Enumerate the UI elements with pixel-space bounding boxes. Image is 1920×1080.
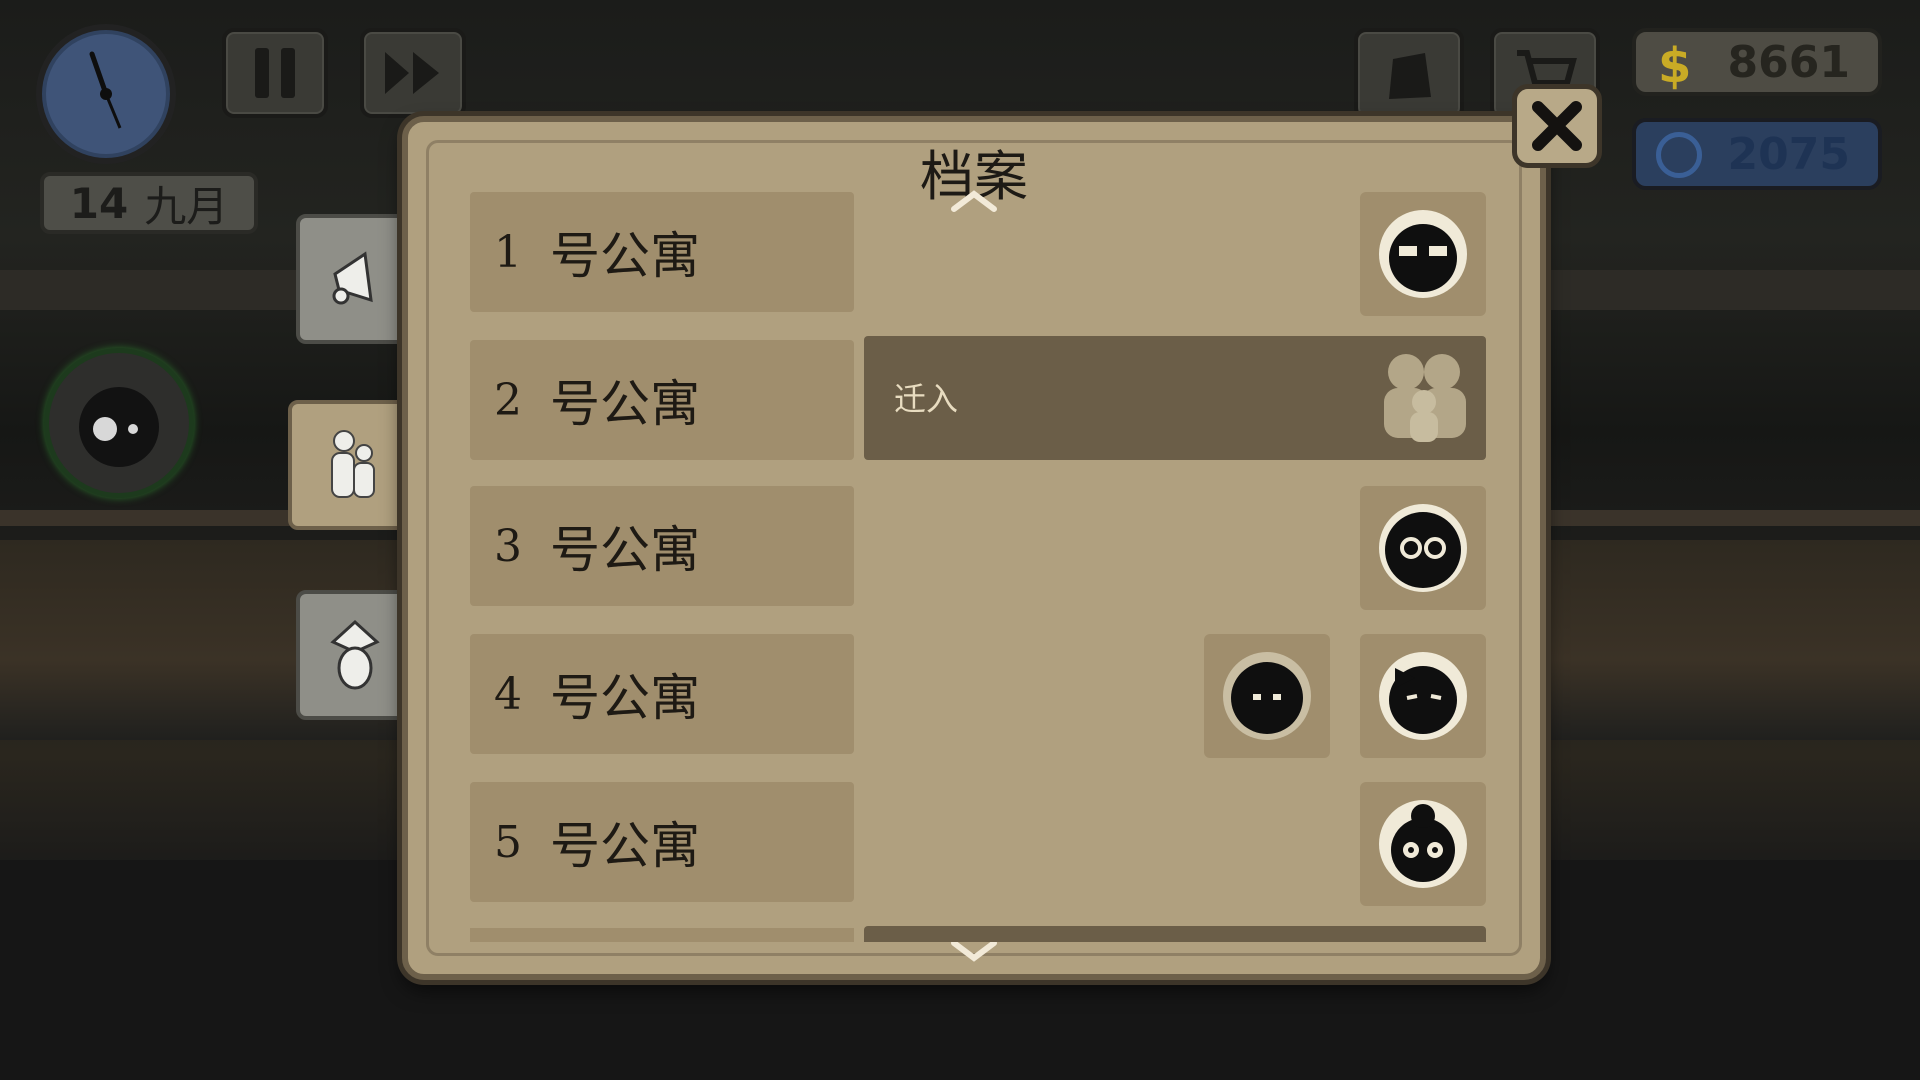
next-row-peek <box>864 926 1486 942</box>
pause-button[interactable] <box>222 28 328 118</box>
tab-informant[interactable] <box>296 590 414 720</box>
move-in-slot[interactable]: 迁入 <box>864 336 1486 460</box>
reputation-value: 2075 <box>1727 128 1850 180</box>
megaphone-icon <box>332 251 373 305</box>
apartment-name: 号公寓 <box>550 227 700 285</box>
money-display: $ 8661 <box>1632 28 1882 96</box>
informant-icon <box>330 619 380 690</box>
apartment-name: 号公寓 <box>550 817 700 875</box>
tenant-shaggy-child-icon <box>1223 652 1311 740</box>
apartment-label: 5 号公寓 <box>470 782 854 902</box>
apartment-name: 号公寓 <box>550 375 700 433</box>
fast-forward-button[interactable] <box>360 28 466 118</box>
apartment-label: 2 号公寓 <box>470 340 854 460</box>
next-row-peek <box>470 928 854 942</box>
date-day: 14 <box>69 178 129 228</box>
date-month: 九月 <box>144 181 229 231</box>
tenant-avatar[interactable] <box>1360 634 1486 758</box>
reputation-icon <box>1656 132 1702 178</box>
apartment-number: 4 <box>494 668 522 720</box>
clock <box>36 24 176 164</box>
apartment-name: 号公寓 <box>550 669 700 727</box>
tenant-avatar[interactable] <box>1360 486 1486 610</box>
apartment-number: 2 <box>494 374 522 426</box>
tenant-girl-with-bow-icon <box>1379 652 1467 740</box>
apartment-label: 3 号公寓 <box>470 486 854 606</box>
apartment-number: 3 <box>494 520 522 572</box>
tab-announcements[interactable] <box>296 214 414 344</box>
pause-icon <box>255 48 295 98</box>
inventory-button[interactable] <box>1354 28 1464 120</box>
apartment-label: 4 号公寓 <box>470 634 854 754</box>
apartment-row[interactable]: 2 号公寓 迁入 <box>470 336 1486 460</box>
player-face-icon <box>79 387 159 467</box>
vacant-tenants-icon <box>1384 354 1466 442</box>
tenant-avatar[interactable] <box>1360 782 1486 906</box>
fast-forward-icon <box>385 52 439 94</box>
tenant-avatar[interactable] <box>1204 634 1330 758</box>
apartment-row[interactable]: 3 号公寓 <box>470 486 1486 610</box>
tenants-icon <box>331 430 375 498</box>
bag-icon <box>1389 53 1431 99</box>
scroll-down-icon[interactable] <box>951 940 997 962</box>
money-value: 8661 <box>1727 36 1850 88</box>
reputation-display: 2075 <box>1632 118 1882 190</box>
close-icon <box>1532 101 1582 151</box>
apartment-label: 1 号公寓 <box>470 192 854 312</box>
tenant-avatar[interactable] <box>1360 192 1486 316</box>
tenant-old-woman-bun-icon <box>1379 800 1467 888</box>
tab-tenants[interactable] <box>288 400 416 530</box>
clock-face-icon <box>46 34 166 154</box>
move-in-label: 迁入 <box>894 380 959 418</box>
apartment-row[interactable]: 4 号公寓 <box>470 634 1486 758</box>
close-button[interactable] <box>1512 84 1602 168</box>
apartment-row[interactable]: 5 号公寓 <box>470 782 1486 906</box>
date-badge: 14 九月 <box>40 172 258 234</box>
apartment-number: 1 <box>494 226 522 278</box>
apartment-number: 5 <box>494 816 522 868</box>
apartment-name: 号公寓 <box>550 521 700 579</box>
character-portrait[interactable] <box>44 348 194 498</box>
dollar-icon: $ <box>1658 38 1692 94</box>
tenant-curly-hair-glasses-icon <box>1379 504 1467 592</box>
tenant-man-glasses-icon <box>1379 210 1467 298</box>
apartment-row[interactable]: 1 号公寓 <box>470 192 1486 316</box>
